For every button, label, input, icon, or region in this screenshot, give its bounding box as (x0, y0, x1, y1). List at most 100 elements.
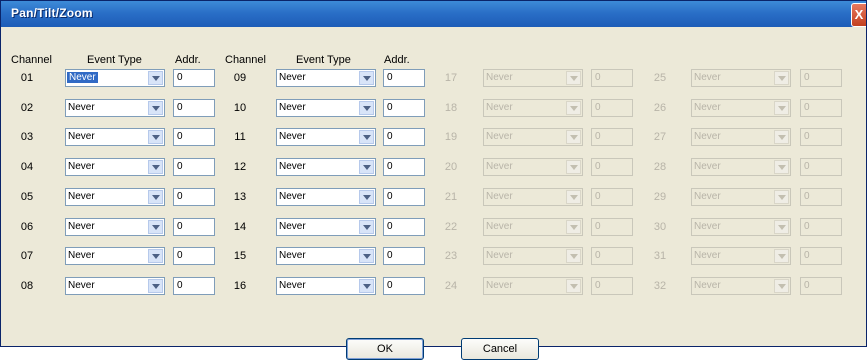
ptz-dialog: Pan/Tilt/Zoom X Channel Event Type Addr.… (0, 0, 867, 360)
close-button[interactable]: X (851, 3, 866, 27)
addr-input-ch08[interactable]: 0 (173, 277, 215, 295)
addr-input-ch09[interactable]: 0 (383, 69, 425, 87)
dropdown-arrow-icon[interactable] (148, 101, 163, 115)
dropdown-arrow-icon[interactable] (148, 160, 163, 174)
dropdown-arrow-icon[interactable] (359, 101, 374, 115)
addr-value: 0 (387, 161, 393, 172)
channel-label: 20 (444, 161, 458, 173)
dropdown-arrow-icon (774, 249, 789, 263)
title-bar[interactable]: Pan/Tilt/Zoom X (1, 1, 866, 27)
event-type-select-ch07[interactable]: Never (65, 247, 165, 265)
dropdown-arrow-icon[interactable] (359, 220, 374, 234)
addr-input-ch10[interactable]: 0 (383, 99, 425, 117)
addr-input-ch19: 0 (591, 128, 633, 146)
channel-label: 11 (234, 131, 246, 143)
event-type-select-ch30: Never (691, 218, 791, 236)
addr-input-ch32: 0 (800, 277, 842, 295)
addr-value: 0 (387, 191, 393, 202)
channel-label: 32 (653, 280, 667, 292)
event-type-select-ch06[interactable]: Never (65, 218, 165, 236)
event-type-value: Never (68, 221, 95, 232)
dropdown-arrow-icon[interactable] (359, 130, 374, 144)
event-type-select-ch25: Never (691, 69, 791, 87)
event-type-select-ch10[interactable]: Never (276, 99, 376, 117)
event-type-select-ch16[interactable]: Never (276, 277, 376, 295)
channel-label: 02 (20, 102, 34, 114)
addr-value: 0 (177, 191, 183, 202)
addr-input-ch27: 0 (800, 128, 842, 146)
channel-label: 30 (653, 221, 667, 233)
addr-input-ch28: 0 (800, 158, 842, 176)
event-type-select-ch14[interactable]: Never (276, 218, 376, 236)
dropdown-arrow-icon[interactable] (148, 279, 163, 293)
cancel-button[interactable]: Cancel (461, 338, 539, 360)
addr-input-ch11[interactable]: 0 (383, 128, 425, 146)
addr-input-ch05[interactable]: 0 (173, 188, 215, 206)
addr-value: 0 (595, 280, 601, 291)
addr-input-ch26: 0 (800, 99, 842, 117)
addr-input-ch03[interactable]: 0 (173, 128, 215, 146)
addr-value: 0 (595, 191, 601, 202)
dropdown-arrow-icon[interactable] (148, 249, 163, 263)
dropdown-arrow-icon[interactable] (148, 71, 163, 85)
addr-input-ch15[interactable]: 0 (383, 247, 425, 265)
dropdown-arrow-icon[interactable] (359, 71, 374, 85)
dropdown-arrow-icon[interactable] (148, 130, 163, 144)
dropdown-arrow-icon[interactable] (148, 220, 163, 234)
event-type-value: Never (694, 161, 721, 172)
event-type-select-ch11[interactable]: Never (276, 128, 376, 146)
event-type-select-ch13[interactable]: Never (276, 188, 376, 206)
dropdown-arrow-icon[interactable] (359, 279, 374, 293)
dropdown-arrow-icon[interactable] (359, 190, 374, 204)
addr-input-ch14[interactable]: 0 (383, 218, 425, 236)
ok-button[interactable]: OK (346, 338, 424, 360)
addr-value: 0 (387, 72, 393, 83)
event-type-select-ch15[interactable]: Never (276, 247, 376, 265)
event-type-select-ch09[interactable]: Never (276, 69, 376, 87)
addr-value: 0 (177, 221, 183, 232)
event-type-select-ch08[interactable]: Never (65, 277, 165, 295)
event-type-select-ch12[interactable]: Never (276, 158, 376, 176)
event-type-value: Never (694, 250, 721, 261)
event-type-select-ch18: Never (483, 99, 583, 117)
addr-input-ch13[interactable]: 0 (383, 188, 425, 206)
channel-label: 14 (233, 221, 247, 233)
event-type-value: Never (486, 161, 513, 172)
addr-value: 0 (177, 280, 183, 291)
addr-value: 0 (387, 221, 393, 232)
channel-label: 23 (444, 250, 458, 262)
channel-label: 16 (233, 280, 247, 292)
event-type-select-ch31: Never (691, 247, 791, 265)
addr-input-ch07[interactable]: 0 (173, 247, 215, 265)
event-type-value: Never (279, 102, 306, 113)
event-type-select-ch32: Never (691, 277, 791, 295)
event-type-select-ch04[interactable]: Never (65, 158, 165, 176)
event-type-value: Never (279, 221, 306, 232)
dropdown-arrow-icon (774, 279, 789, 293)
addr-value: 0 (595, 221, 601, 232)
event-type-select-ch03[interactable]: Never (65, 128, 165, 146)
event-type-value: Never (279, 161, 306, 172)
addr-input-ch16[interactable]: 0 (383, 277, 425, 295)
addr-input-ch02[interactable]: 0 (173, 99, 215, 117)
event-type-value: Never (694, 131, 721, 142)
addr-value: 0 (387, 131, 393, 142)
event-type-select-ch05[interactable]: Never (65, 188, 165, 206)
addr-input-ch04[interactable]: 0 (173, 158, 215, 176)
event-type-select-ch02[interactable]: Never (65, 99, 165, 117)
dropdown-arrow-icon[interactable] (359, 249, 374, 263)
addr-input-ch06[interactable]: 0 (173, 218, 215, 236)
header-addr-2: Addr. (384, 54, 410, 66)
addr-input-ch01[interactable]: 0 (173, 69, 215, 87)
addr-value: 0 (804, 131, 810, 142)
dropdown-arrow-icon[interactable] (359, 160, 374, 174)
event-type-select-ch01[interactable]: Never (65, 69, 165, 87)
addr-input-ch12[interactable]: 0 (383, 158, 425, 176)
channel-label: 10 (233, 102, 247, 114)
dropdown-arrow-icon (774, 190, 789, 204)
dropdown-arrow-icon (566, 160, 581, 174)
dropdown-arrow-icon[interactable] (148, 190, 163, 204)
channel-label: 29 (653, 191, 667, 203)
header-event-type-2: Event Type (296, 54, 351, 66)
addr-value: 0 (387, 280, 393, 291)
